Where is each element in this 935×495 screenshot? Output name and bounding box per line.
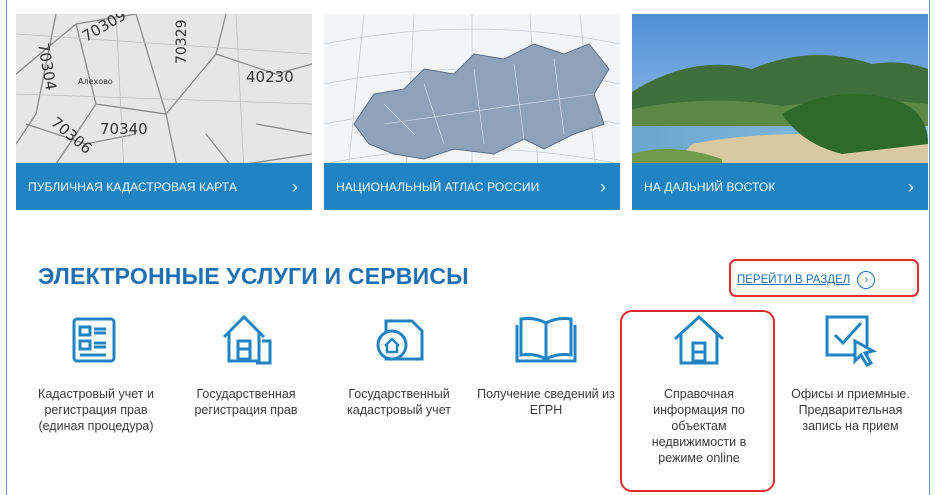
service-label: Государственный кадастровый учет [347, 387, 451, 417]
banner-bar[interactable]: НА ДАЛЬНИЙ ВОСТОК › [632, 163, 928, 210]
map-label: Алехово [78, 77, 113, 86]
service-label: Офисы и приемные. Предварительная запись… [791, 387, 910, 433]
banner-label: НАЦИОНАЛЬНЫЙ АТЛАС РОССИИ [336, 179, 540, 194]
cursor-check-icon [778, 306, 923, 372]
banner-national-atlas[interactable]: НАЦИОНАЛЬНЫЙ АТЛАС РОССИИ › [324, 14, 620, 210]
service-offices-appointment[interactable]: Офисы и приемные. Предварительная запись… [778, 306, 923, 434]
banner-label: НА ДАЛЬНИЙ ВОСТОК [644, 179, 776, 194]
service-label: Справочная информация по объектам недвиж… [651, 387, 747, 465]
service-state-registration[interactable]: Государственная регистрация прав [176, 306, 316, 418]
map-label: 70340 [100, 120, 148, 138]
form-icon [26, 306, 166, 372]
house-icon [630, 306, 768, 372]
service-label: Кадастровый учет и регистрация прав (еди… [38, 387, 154, 433]
banner-far-east[interactable]: НА ДАЛЬНИЙ ВОСТОК › [632, 14, 928, 210]
banner-label: ПУБЛИЧНАЯ КАДАСТРОВАЯ КАРТА [28, 179, 237, 194]
service-cadastral-accounting[interactable]: Государственный кадастровый учет [329, 306, 469, 418]
map-label: 70329 [174, 19, 190, 64]
goto-section-label[interactable]: ПЕРЕЙТИ В РАЗДЕЛ [737, 274, 850, 286]
service-label: Государственная регистрация прав [194, 387, 298, 417]
banner-bar[interactable]: НАЦИОНАЛЬНЫЙ АТЛАС РОССИИ › [324, 163, 620, 210]
banner-cadastral-map[interactable]: 70309 70304 70329 40230 70306 70340 Алех… [16, 14, 312, 210]
service-label: Получение сведений из ЕГРН [477, 387, 615, 417]
chevron-right-icon: › [908, 176, 914, 197]
service-cadastral-registration[interactable]: Кадастровый учет и регистрация прав (еди… [26, 306, 166, 434]
service-reference-info-online[interactable]: Справочная информация по объектам недвиж… [630, 306, 768, 466]
book-icon [476, 306, 616, 372]
circle-chevron-right-icon[interactable]: › [857, 271, 876, 289]
chevron-right-icon: › [600, 176, 606, 197]
section-title: ЭЛЕКТРОННЫЕ УСЛУГИ И СЕРВИСЫ [38, 263, 469, 289]
chevron-right-icon: › [292, 176, 298, 197]
banner-bar[interactable]: ПУБЛИЧНАЯ КАДАСТРОВАЯ КАРТА › [16, 163, 312, 210]
map-label: 40230 [246, 68, 294, 86]
house-document-icon [176, 306, 316, 372]
house-folder-icon [329, 306, 469, 372]
goto-section-link[interactable]: ПЕРЕЙТИ В РАЗДЕЛ › [737, 271, 876, 289]
service-egrn-extract[interactable]: Получение сведений из ЕГРН [476, 306, 616, 418]
